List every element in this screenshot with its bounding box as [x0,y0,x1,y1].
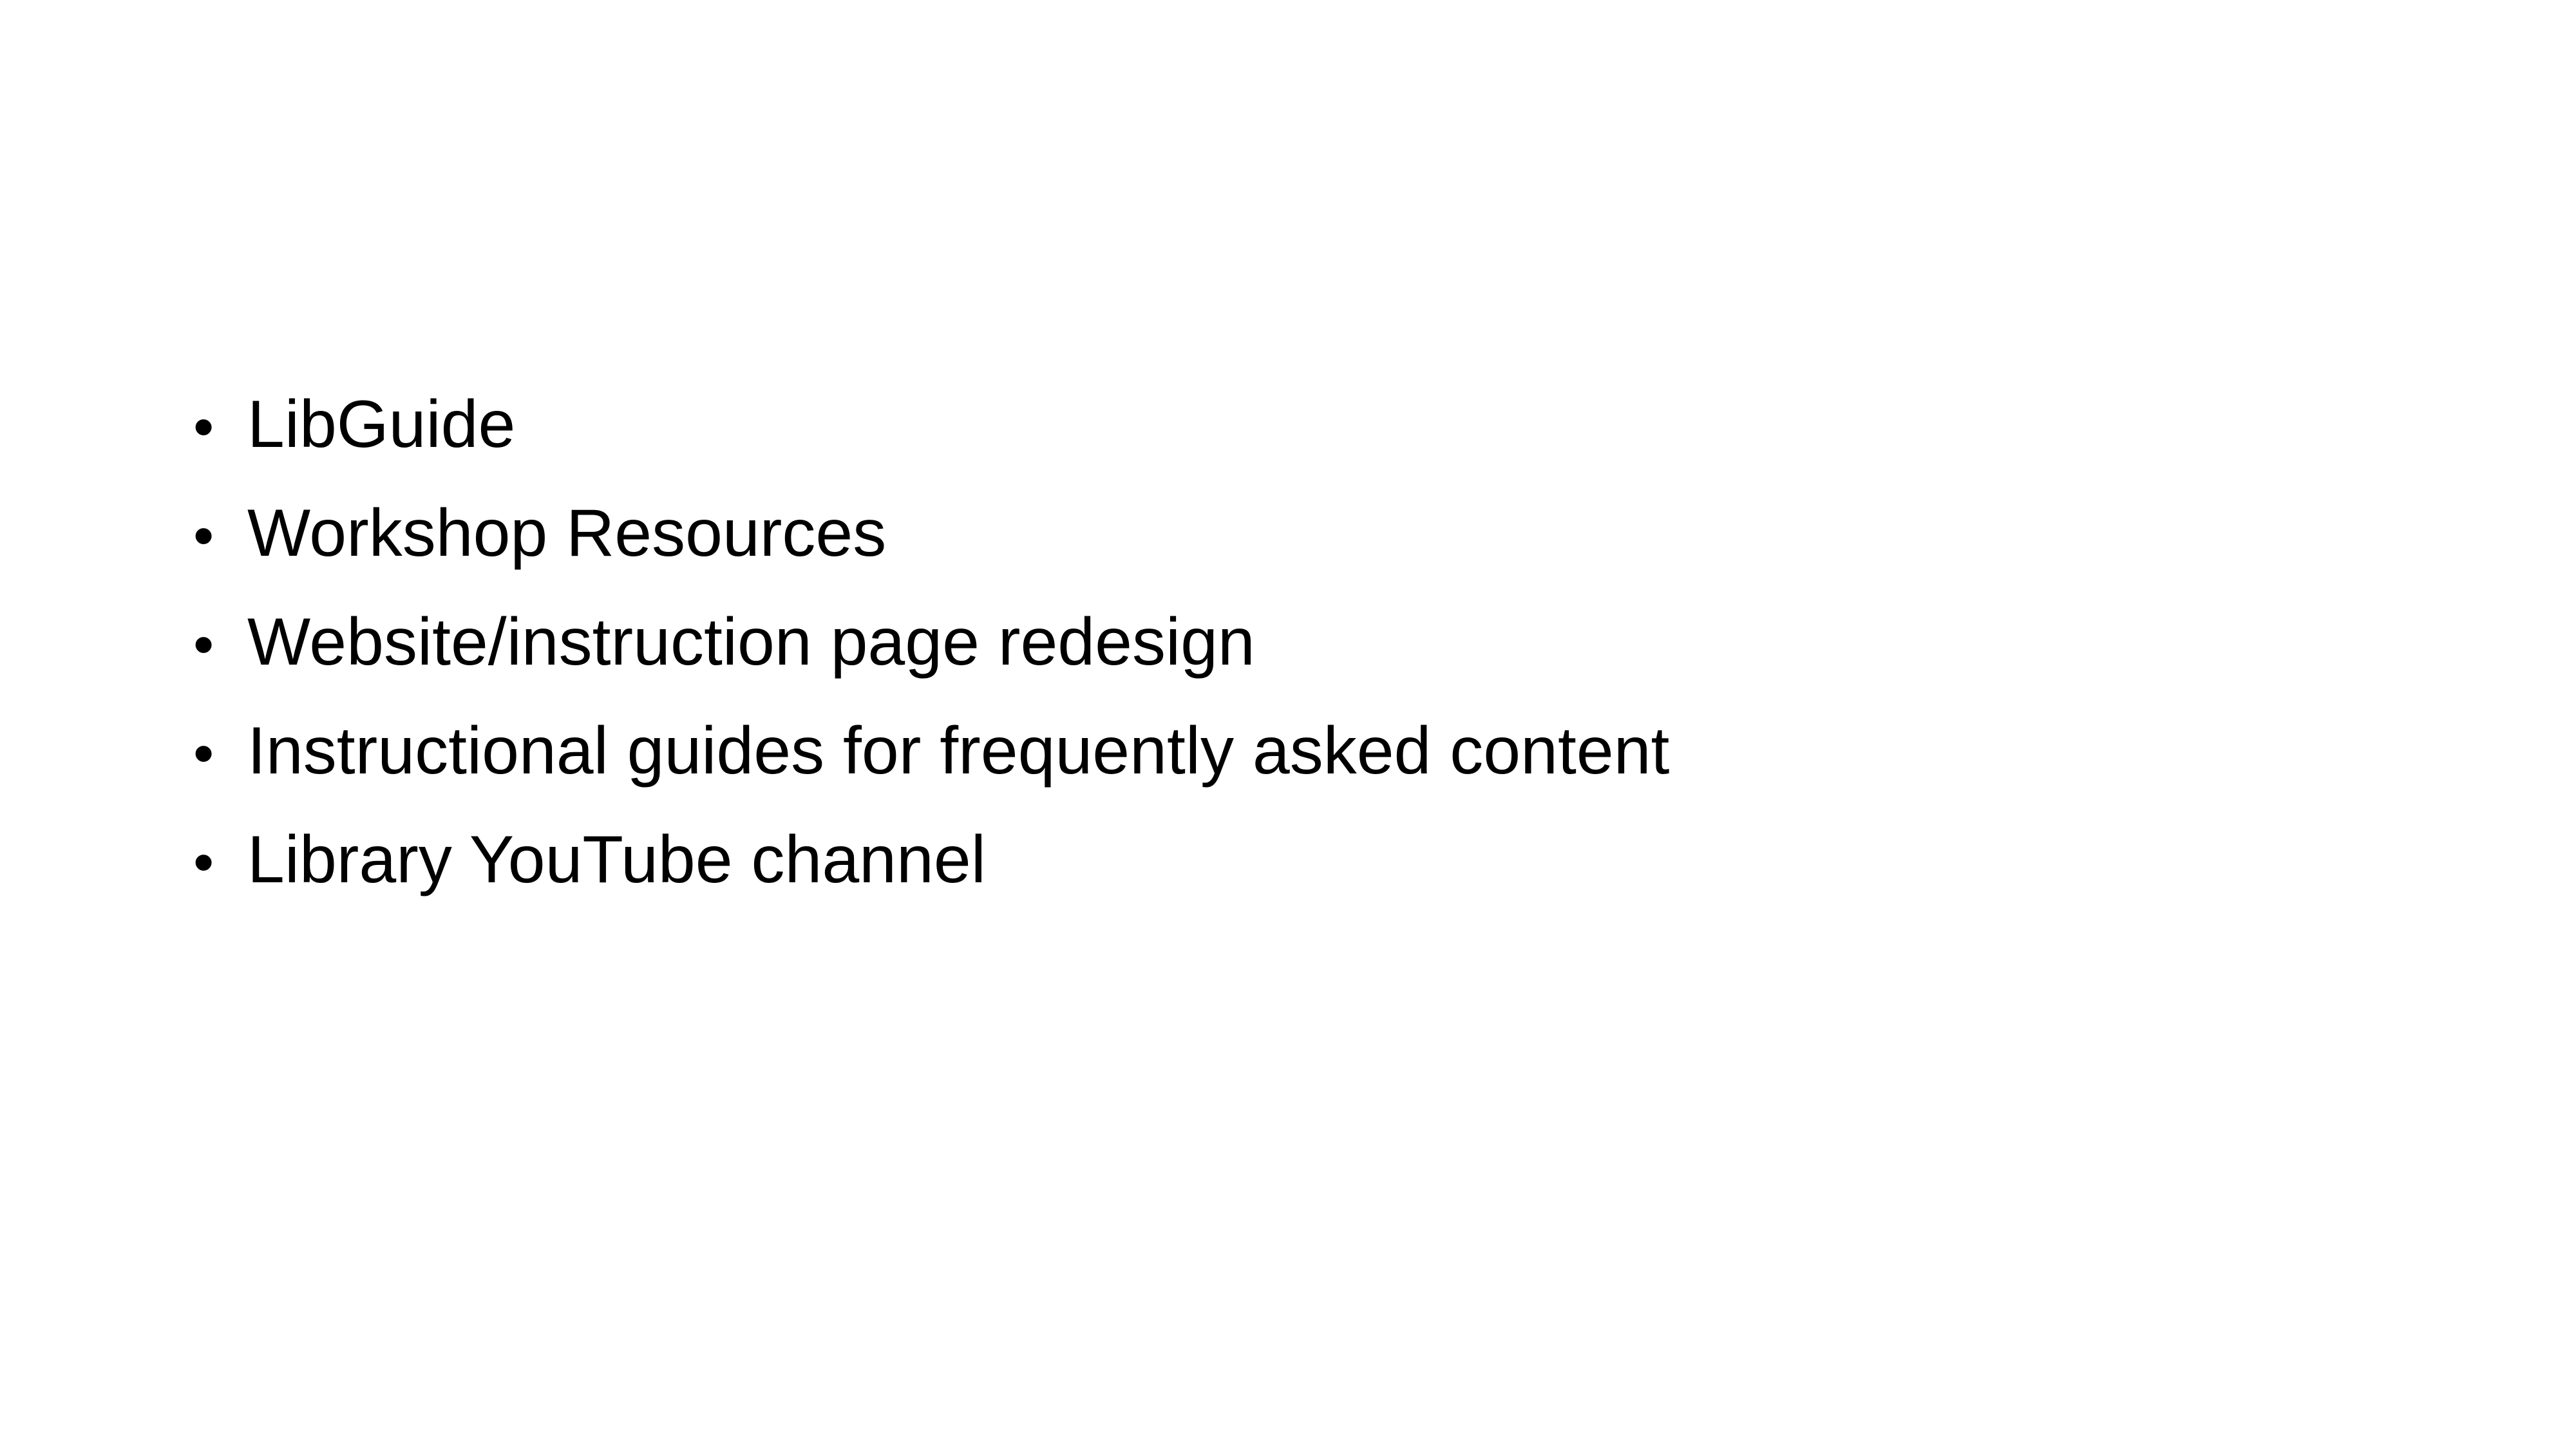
bullet-icon: • [193,503,214,569]
bullet-text: Workshop Resources [247,496,887,571]
bullet-text: LibGuide [247,387,516,462]
bullet-icon: • [193,394,214,460]
bullet-icon: • [193,721,214,786]
bullet-icon: • [193,829,214,895]
bullet-item: • Website/instruction page redesign [193,604,1669,713]
slide: • LibGuide • Workshop Resources • Websit… [0,0,2576,1449]
bullet-icon: • [193,612,214,677]
bullet-text: Website/instruction page redesign [247,605,1255,679]
bullet-item: • Instructional guides for frequently as… [193,713,1669,822]
bullet-item: • Library YouTube channel [193,822,1669,931]
bullet-text: Instructional guides for frequently aske… [247,714,1670,788]
bullet-list: • LibGuide • Workshop Resources • Websit… [193,386,1669,931]
bullet-item: • LibGuide [193,386,1669,495]
bullet-text: Library YouTube channel [247,822,986,897]
bullet-item: • Workshop Resources [193,495,1669,604]
